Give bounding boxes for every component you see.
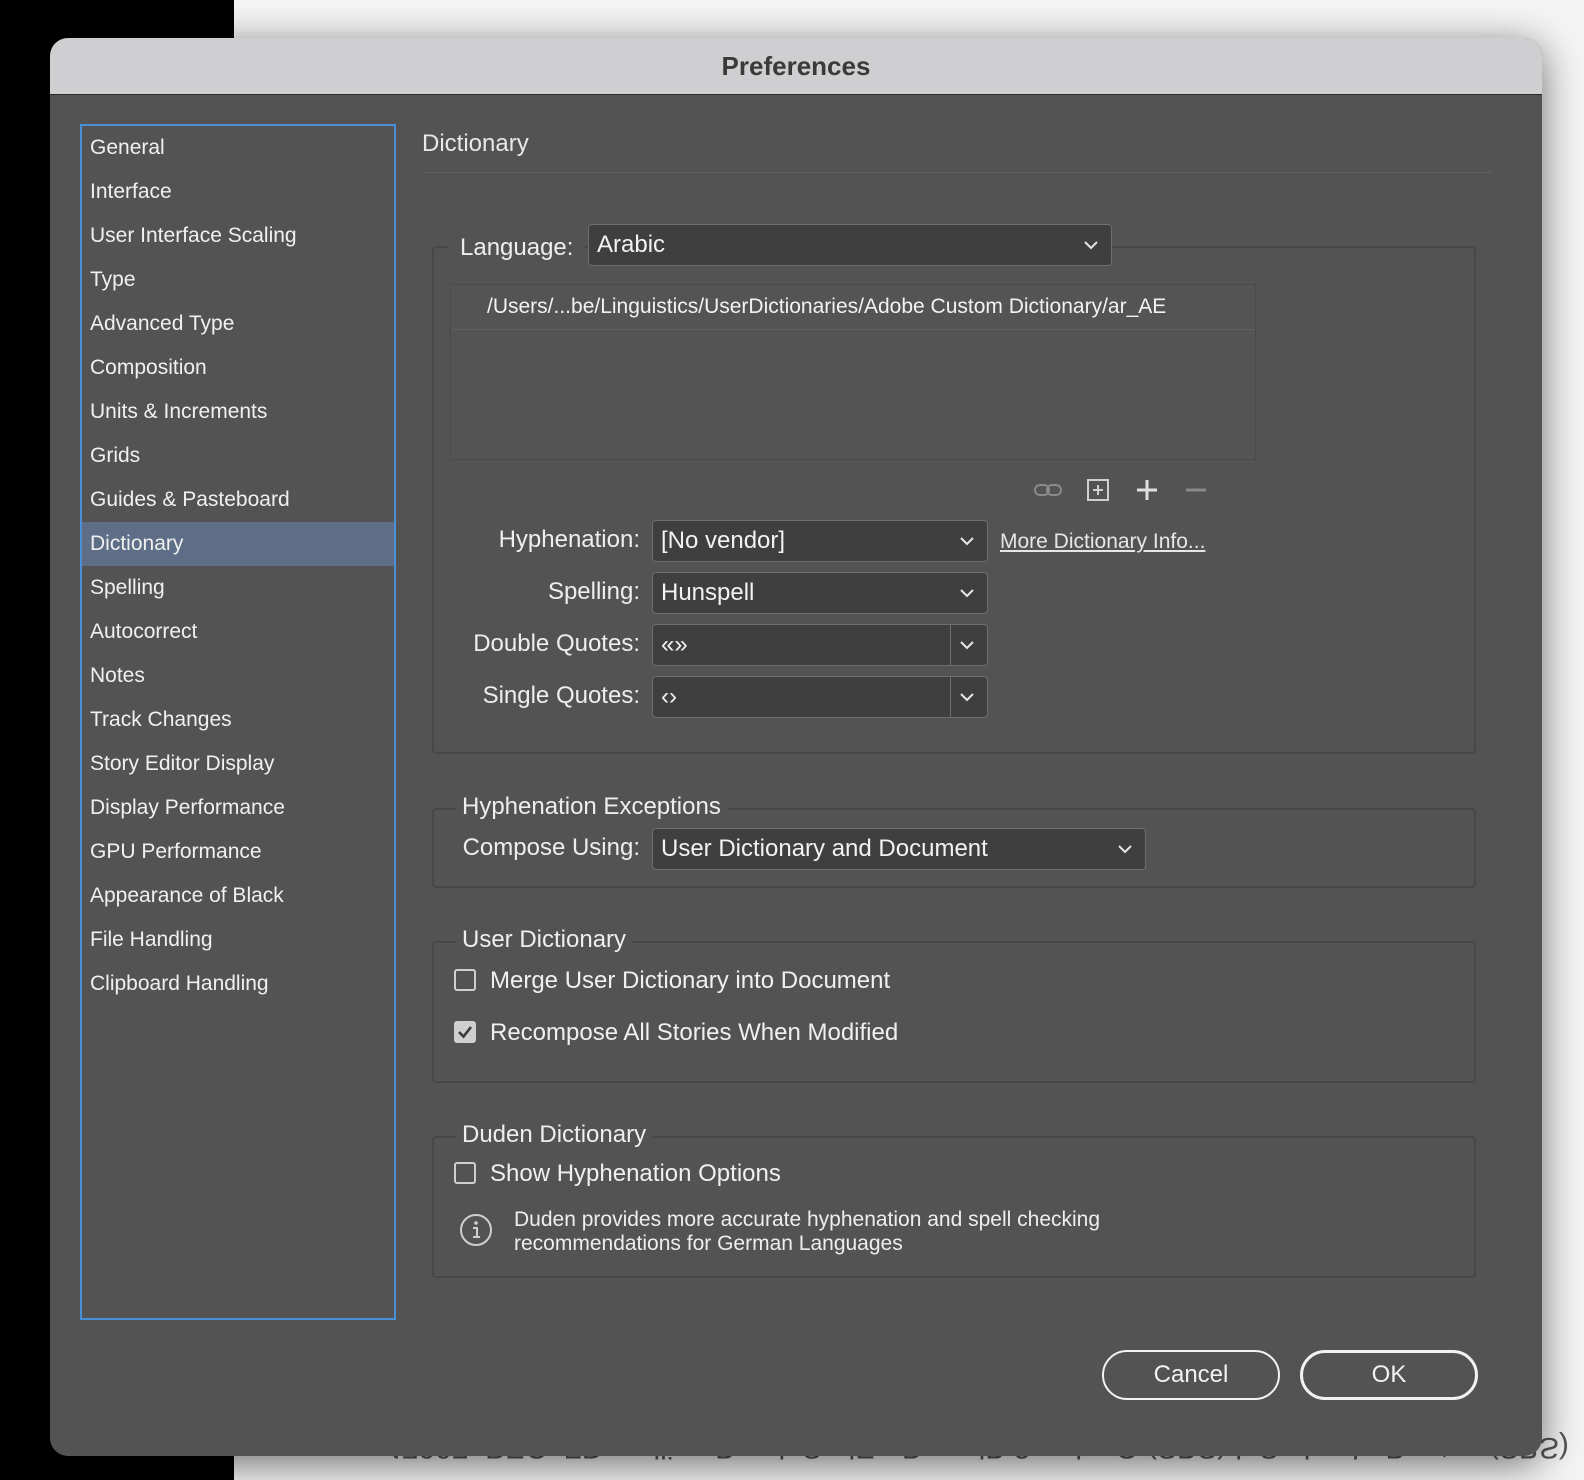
info-icon — [460, 1214, 492, 1246]
single-quotes-value: ‹› — [661, 683, 677, 710]
sidebar-item-display-performance[interactable]: Display Performance — [82, 786, 394, 830]
sidebar-item-dictionary[interactable]: Dictionary — [82, 522, 394, 566]
duden-info-text: Duden provides more accurate hyphenation… — [514, 1208, 1100, 1256]
single-quotes-label: Single Quotes: — [482, 682, 640, 709]
sidebar-item-composition[interactable]: Composition — [82, 346, 394, 390]
hyphenation-value: [No vendor] — [661, 527, 786, 554]
chevron-down-icon — [960, 589, 974, 598]
sidebar-item-advanced-type[interactable]: Advanced Type — [82, 302, 394, 346]
sidebar-item-gpu-performance[interactable]: GPU Performance — [82, 830, 394, 874]
dictionary-list[interactable]: /Users/...be/Linguistics/UserDictionarie… — [450, 284, 1256, 460]
sidebar-item-general[interactable]: General — [82, 126, 394, 170]
user-dictionary-legend: User Dictionary — [456, 926, 633, 954]
hyphenation-exceptions-group: Hyphenation Exceptions Compose Using: Us… — [432, 793, 1476, 888]
language-label: Language: — [448, 234, 586, 262]
sidebar-item-spelling[interactable]: Spelling — [82, 566, 394, 610]
sidebar-item-guides-and-pasteboard[interactable]: Guides & Pasteboard — [82, 478, 394, 522]
sidebar-item-story-editor-display[interactable]: Story Editor Display — [82, 742, 394, 786]
chevron-down-icon — [1118, 845, 1132, 854]
sidebar-item-appearance-of-black[interactable]: Appearance of Black — [82, 874, 394, 918]
compose-using-select[interactable]: User Dictionary and Document — [652, 828, 1146, 870]
sidebar-item-grids[interactable]: Grids — [82, 434, 394, 478]
panel-title: Dictionary — [422, 130, 529, 157]
list-item[interactable]: /Users/...be/Linguistics/UserDictionarie… — [451, 285, 1255, 330]
preferences-dialog: Preferences General Interface User Interfa… — [50, 38, 1542, 1456]
more-dictionary-info-link[interactable]: More Dictionary Info... — [1000, 530, 1205, 554]
duden-dictionary-legend: Duden Dictionary — [456, 1121, 653, 1149]
spelling-value: Hunspell — [661, 579, 755, 606]
spelling-select[interactable]: Hunspell — [652, 572, 988, 614]
user-dictionary-group: User Dictionary Merge User Dictionary in… — [432, 926, 1476, 1083]
cancel-button[interactable]: Cancel — [1102, 1350, 1280, 1400]
hyphenation-select[interactable]: [No vendor] — [652, 520, 988, 562]
compose-using-label: Compose Using: — [462, 834, 640, 861]
link-icon[interactable] — [1032, 474, 1064, 506]
single-quotes-combo[interactable]: ‹› — [652, 676, 988, 718]
add-box-icon[interactable] — [1082, 474, 1114, 506]
checkmark-icon — [458, 1026, 473, 1039]
sidebar-item-clipboard-handling[interactable]: Clipboard Handling — [82, 962, 394, 1006]
sidebar-item-interface[interactable]: Interface — [82, 170, 394, 214]
recompose-all-stories-checkbox[interactable] — [454, 1021, 476, 1043]
chevron-down-icon[interactable] — [959, 691, 975, 703]
combo-divider — [950, 625, 951, 665]
hyphenation-exceptions-legend: Hyphenation Exceptions — [456, 793, 727, 821]
title-bar: Preferences — [50, 38, 1542, 95]
minus-icon[interactable] — [1180, 474, 1212, 506]
chevron-down-icon — [1084, 241, 1098, 250]
merge-user-dictionary-label[interactable]: Merge User Dictionary into Document — [490, 967, 890, 995]
chevron-down-icon — [960, 537, 974, 546]
duden-info-line-2: recommendations for German Languages — [514, 1232, 903, 1255]
sidebar-item-user-interface-scaling[interactable]: User Interface Scaling — [82, 214, 394, 258]
combo-divider — [950, 677, 951, 717]
sidebar-item-units-and-increments[interactable]: Units & Increments — [82, 390, 394, 434]
hyphenation-label: Hyphenation: — [498, 526, 640, 553]
duden-info-line-1: Duden provides more accurate hyphenation… — [514, 1208, 1101, 1231]
recompose-all-stories-label[interactable]: Recompose All Stories When Modified — [490, 1019, 898, 1047]
compose-using-value: User Dictionary and Document — [661, 835, 988, 862]
sidebar-item-autocorrect[interactable]: Autocorrect — [82, 610, 394, 654]
panel-title-divider — [422, 172, 1492, 173]
spelling-label: Spelling: — [547, 578, 640, 605]
sidebar-item-notes[interactable]: Notes — [82, 654, 394, 698]
double-quotes-combo[interactable]: «» — [652, 624, 988, 666]
sidebar-nav: General Interface User Interface Scaling Ty… — [80, 124, 396, 1320]
ok-button[interactable]: OK — [1300, 1350, 1478, 1400]
chevron-down-icon[interactable] — [959, 639, 975, 651]
sidebar-item-file-handling[interactable]: File Handling — [82, 918, 394, 962]
double-quotes-value: «» — [661, 631, 688, 658]
double-quotes-label: Double Quotes: — [473, 630, 640, 657]
language-select[interactable]: Arabic — [588, 224, 1112, 266]
sidebar-item-track-changes[interactable]: Track Changes — [82, 698, 394, 742]
language-value: Arabic — [597, 231, 666, 258]
duden-dictionary-group: Duden Dictionary Show Hyphenation Option… — [432, 1121, 1476, 1278]
merge-user-dictionary-checkbox[interactable] — [454, 969, 476, 991]
window-title: Preferences — [721, 50, 871, 81]
language-group: Language: Arabic /Users/...be/Linguistic… — [432, 224, 1476, 754]
show-hyphenation-options-checkbox[interactable] — [454, 1162, 476, 1184]
dictionary-panel: Dictionary Language: Arabic /Users/...be… — [422, 124, 1522, 1374]
plus-icon[interactable] — [1131, 474, 1163, 506]
show-hyphenation-options-label[interactable]: Show Hyphenation Options — [490, 1160, 781, 1188]
sidebar-item-type[interactable]: Type — [82, 258, 394, 302]
